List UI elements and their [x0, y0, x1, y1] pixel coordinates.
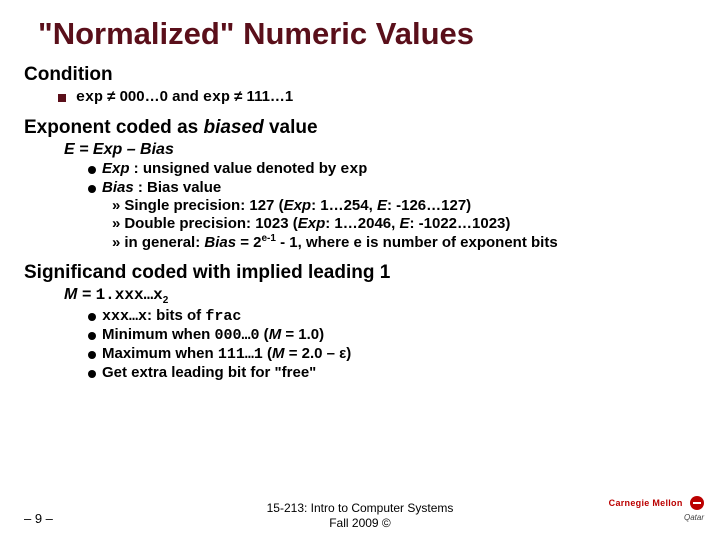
bullet-square-icon: [58, 94, 66, 102]
minimum-line: Minimum when 000…0 (M = 1.0): [88, 326, 696, 344]
bullet-dot-icon: [88, 166, 96, 174]
guillemet-icon: »: [112, 234, 120, 251]
bullet-dot-icon: [88, 313, 96, 321]
bullet-dot-icon: [88, 351, 96, 359]
logo-dot-icon: [690, 496, 704, 510]
guillemet-icon: »: [112, 197, 120, 214]
guillemet-icon: »: [112, 215, 120, 232]
free-bit: Get extra leading bit for "free": [88, 364, 696, 381]
section-condition: Condition: [24, 64, 696, 86]
section-exponent: Exponent coded as biased value: [24, 117, 696, 139]
significand-equation: M = 1.xxx…x2: [64, 286, 696, 306]
bullet-dot-icon: [88, 370, 96, 378]
slide-title: "Normalized" Numeric Values: [38, 16, 696, 52]
page-number: – 9 –: [24, 511, 53, 526]
general-bias: » in general: Bias = 2e-1 - 1, where e i…: [112, 233, 696, 251]
exp-def: Exp : unsigned value denoted by exp: [88, 160, 696, 178]
bullet-dot-icon: [88, 332, 96, 340]
condition-line: exp ≠ 000…0 and exp ≠ 111…1: [58, 88, 696, 106]
bias-def: Bias : Bias value: [88, 179, 696, 196]
logo: Carnegie Mellon Qatar: [609, 496, 704, 522]
maximum-line: Maximum when 111…1 (M = 2.0 – ε): [88, 345, 696, 363]
section-significand: Significand coded with implied leading 1: [24, 262, 696, 284]
exponent-equation: E = Exp – Bias: [64, 141, 696, 159]
frac-bits: xxx…x: bits of frac: [88, 307, 696, 325]
single-precision: » Single precision: 127 (Exp: 1…254, E: …: [112, 197, 696, 214]
double-precision: » Double precision: 1023 (Exp: 1…2046, E…: [112, 215, 696, 232]
footer: – 9 – 15-213: Intro to Computer Systems …: [0, 501, 720, 530]
bullet-dot-icon: [88, 185, 96, 193]
